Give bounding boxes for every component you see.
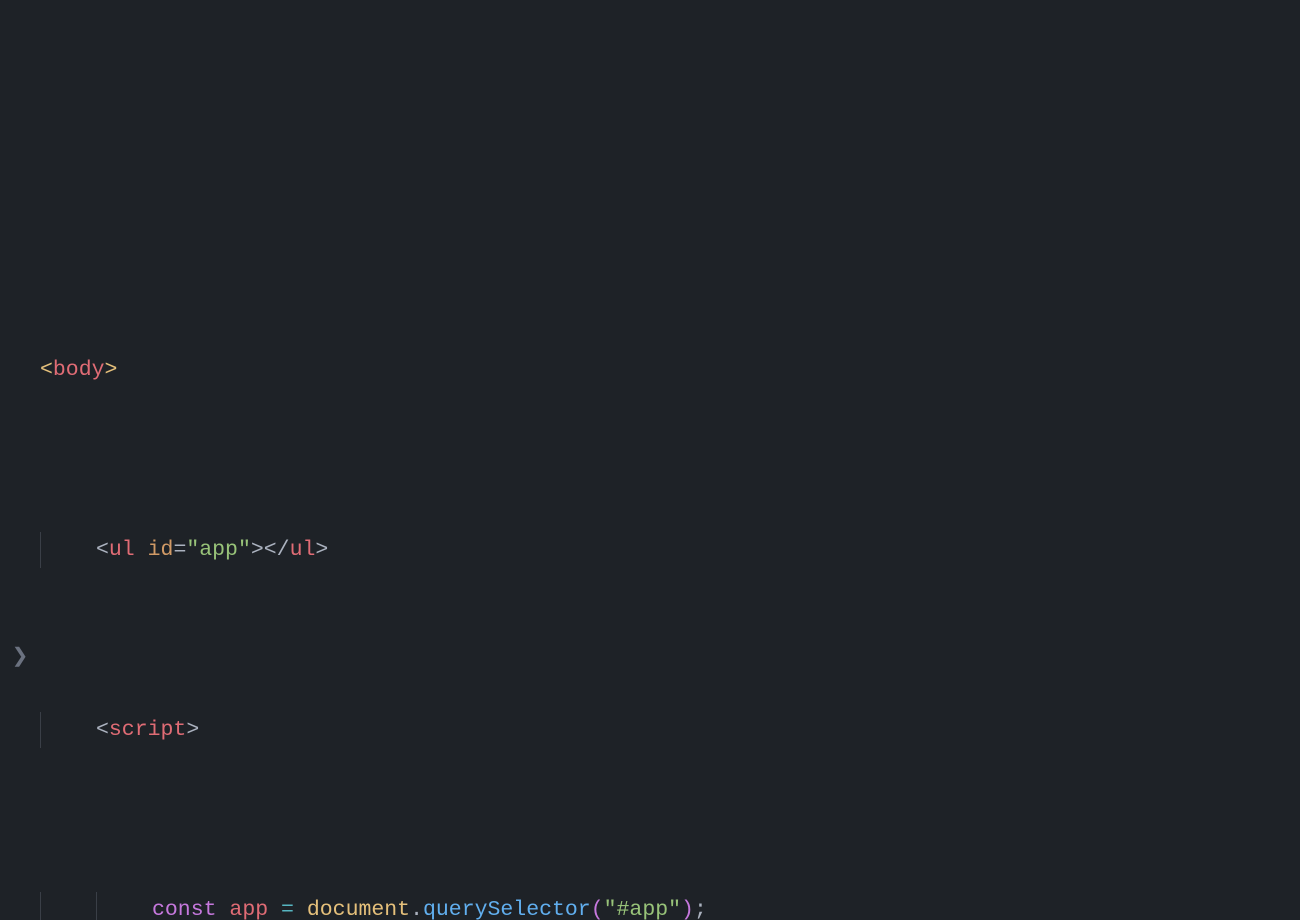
code-line[interactable]: <body> [40, 352, 1300, 388]
code-line[interactable]: const app = document.querySelector("#app… [40, 892, 1300, 920]
editor-gutter: ❯ [0, 28, 40, 920]
angle-close: > [105, 352, 118, 388]
tag-body: body [53, 352, 105, 388]
code-content[interactable]: <body> <ul id="app"></ul> <script> const… [40, 208, 1300, 920]
fold-chevron-icon[interactable]: ❯ [0, 640, 40, 676]
angle-open: < [40, 352, 53, 388]
code-line[interactable]: <ul id="app"></ul> [40, 532, 1300, 568]
code-line[interactable]: <script> [40, 712, 1300, 748]
code-editor[interactable]: ❯ <body> <ul id="app"></ul> <script> con… [0, 0, 1300, 920]
